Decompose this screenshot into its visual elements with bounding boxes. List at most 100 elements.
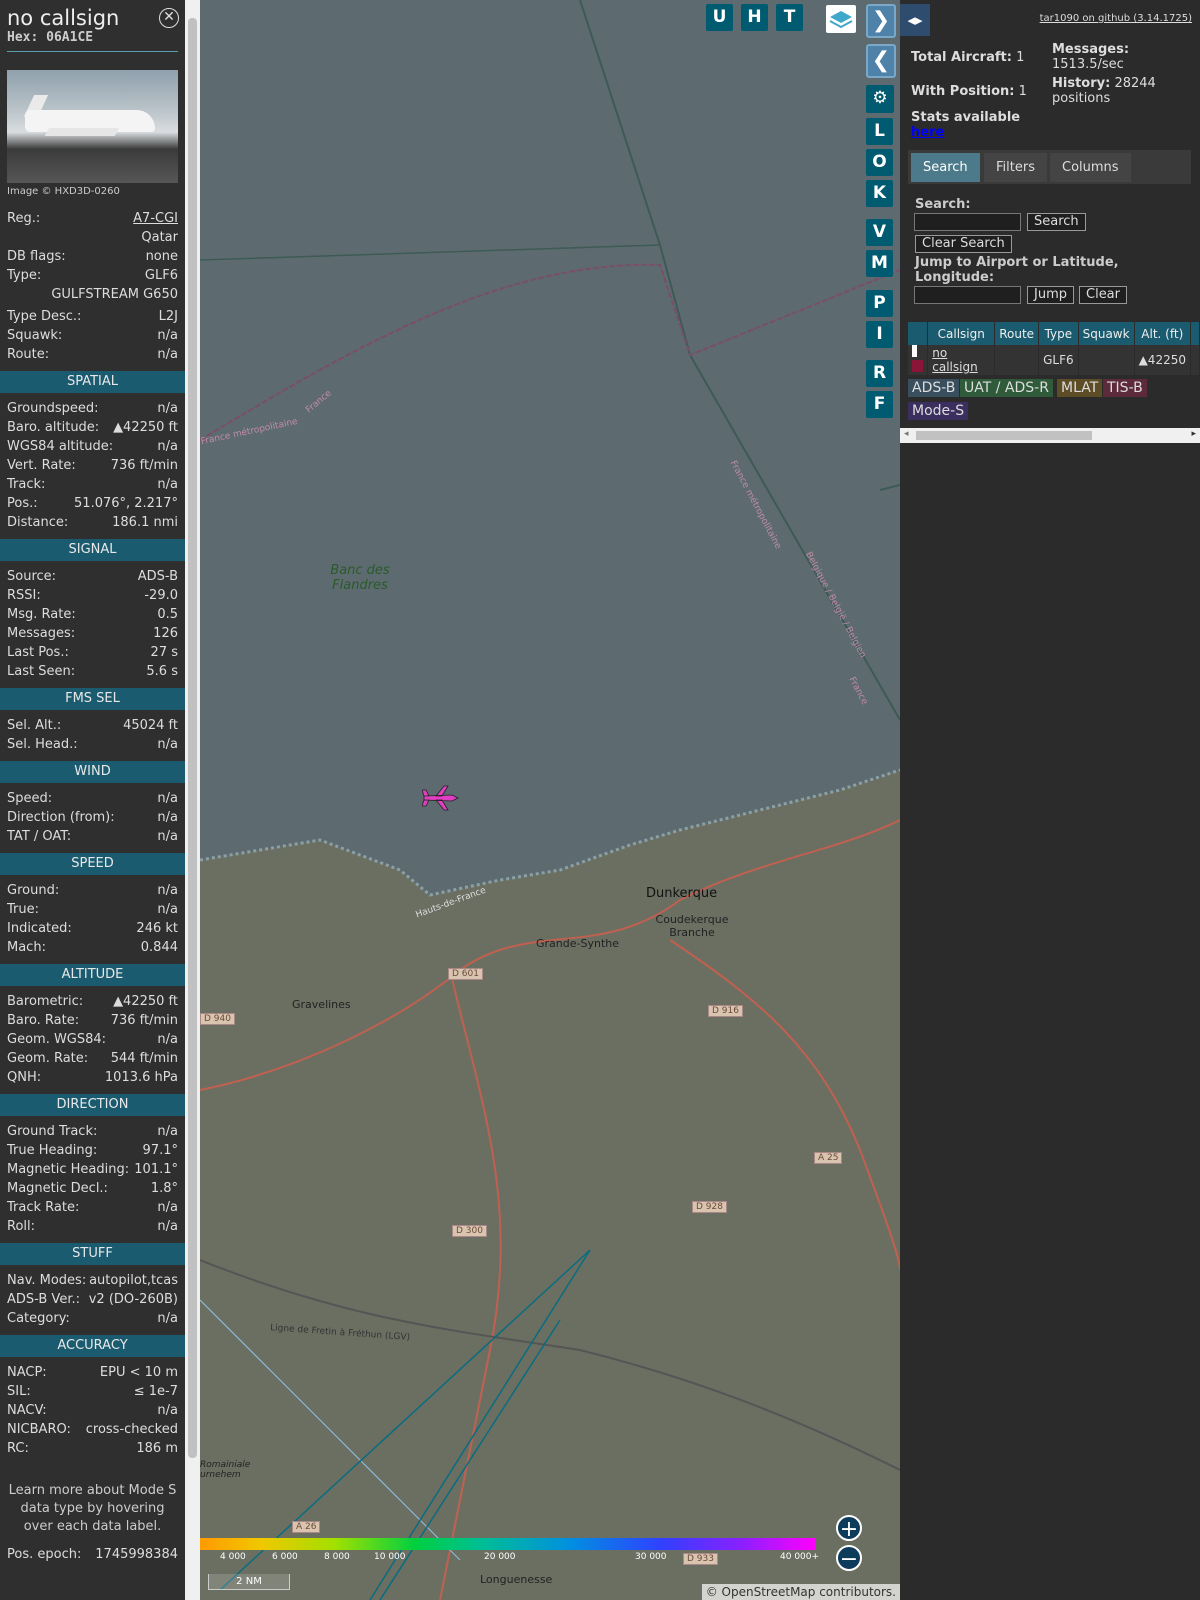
field-label[interactable]: Direction (from): — [7, 808, 115, 827]
column-header[interactable]: Type — [1038, 322, 1079, 345]
field-label[interactable]: NACP: — [7, 1363, 47, 1382]
gear-icon[interactable]: ⚙ — [866, 85, 894, 113]
attribution[interactable]: © OpenStreetMap contributors. — [701, 1584, 900, 1600]
column-header[interactable]: Route — [994, 322, 1040, 345]
field-label[interactable]: Roll: — [7, 1217, 35, 1236]
button-h[interactable]: H — [741, 4, 768, 31]
scroll-right-icon[interactable]: ▸ — [1191, 429, 1196, 439]
field-label[interactable]: Indicated: — [7, 919, 72, 938]
flag-icon — [908, 345, 929, 375]
field-label[interactable]: RSSI: — [7, 586, 41, 605]
button-o[interactable]: O — [866, 149, 893, 176]
table-horizontal-scrollbar[interactable]: ◂ ▸ — [900, 428, 1200, 443]
field-label[interactable]: Source: — [7, 567, 56, 586]
field-label[interactable]: NACV: — [7, 1401, 47, 1420]
callsign-cell[interactable]: no callsign — [927, 345, 996, 375]
field-label[interactable]: Speed: — [7, 789, 52, 808]
button-l[interactable]: L — [866, 118, 893, 145]
button-k[interactable]: K — [866, 180, 893, 207]
search-input[interactable] — [914, 213, 1021, 231]
scrollbar-thumb[interactable] — [188, 18, 197, 1458]
tab-filters[interactable]: Filters — [984, 153, 1047, 182]
field-label[interactable]: Geom. WGS84: — [7, 1030, 106, 1049]
signal-row: Msg. Rate: 0.5 — [0, 605, 185, 624]
tab-columns[interactable]: Columns — [1050, 153, 1131, 182]
field-label[interactable]: TAT / OAT: — [7, 827, 71, 846]
button-f[interactable]: F — [866, 391, 893, 418]
tab-search[interactable]: Search — [911, 153, 980, 182]
button-r[interactable]: R — [866, 360, 893, 387]
field-label[interactable]: Track Rate: — [7, 1198, 79, 1217]
field-label[interactable]: QNH: — [7, 1068, 41, 1087]
field-label[interactable]: Baro. altitude: — [7, 418, 99, 437]
zoom-out-icon[interactable]: − — [836, 1545, 862, 1572]
stats-link[interactable]: here — [911, 125, 944, 140]
jump-button[interactable]: Jump — [1027, 286, 1074, 304]
button-i[interactable]: I — [866, 321, 893, 348]
field-label[interactable]: True Heading: — [7, 1141, 97, 1160]
field-label[interactable]: Last Pos.: — [7, 643, 69, 662]
scroll-left-icon[interactable]: ◂ — [904, 429, 909, 439]
map-view[interactable]: Banc des Flandres Dunkerque Coudekerque … — [200, 0, 900, 1600]
aircraft-info-panel: no callsign Hex: 06A1CE ✕ Image © HXD3D-… — [0, 0, 185, 1600]
field-label[interactable]: Magnetic Decl.: — [7, 1179, 108, 1198]
aircraft-icon[interactable] — [422, 783, 462, 813]
chevron-right-icon[interactable]: ❯ — [866, 4, 896, 38]
info-scrollbar[interactable] — [185, 0, 200, 1600]
field-label[interactable]: Magnetic Heading: — [7, 1160, 129, 1179]
field-label[interactable]: Pos.: — [7, 494, 38, 513]
field-label[interactable]: Messages: — [7, 624, 75, 643]
field-label[interactable]: Geom. Rate: — [7, 1049, 88, 1068]
field-label[interactable]: Distance: — [7, 513, 68, 532]
button-p[interactable]: P — [866, 290, 893, 317]
field-label[interactable]: Track: — [7, 475, 45, 494]
jump-input[interactable] — [914, 286, 1021, 304]
button-v[interactable]: V — [866, 219, 893, 246]
field-label[interactable]: Sel. Head.: — [7, 735, 78, 754]
column-header[interactable]: Alt. (ft) — [1134, 322, 1191, 345]
field-label[interactable]: Msg. Rate: — [7, 605, 76, 624]
field-label[interactable]: Nav. Modes: — [7, 1271, 86, 1290]
field-label[interactable]: ADS-B Ver.: — [7, 1290, 80, 1309]
table-row[interactable]: no callsign GLF6 ▲42250 — [908, 345, 1200, 375]
search-button[interactable]: Search — [1027, 213, 1086, 231]
wind-row: TAT / OAT: n/a — [0, 827, 185, 846]
field-value: n/a — [157, 902, 178, 917]
field-label[interactable]: Groundspeed: — [7, 399, 98, 418]
field-label[interactable]: Ground: — [7, 881, 59, 900]
clear-search-button[interactable]: Clear Search — [915, 235, 1012, 253]
field-value: 1.8° — [150, 1181, 178, 1196]
field-value: -29.0 — [144, 588, 178, 603]
column-header[interactable]: Callsign — [927, 322, 996, 345]
field-label[interactable]: WGS84 altitude: — [7, 437, 113, 456]
chevron-left-icon[interactable]: ❮ — [866, 44, 896, 78]
field-label[interactable]: SIL: — [7, 1382, 31, 1401]
scrollbar-thumb[interactable] — [916, 431, 1092, 440]
field-value: 0.844 — [140, 940, 178, 955]
field-label[interactable]: Sel. Alt.: — [7, 716, 61, 735]
reg-link[interactable]: A7-CGI — [133, 209, 178, 228]
button-t[interactable]: T — [776, 4, 803, 31]
expand-toggle-icon[interactable]: ◂▸ — [900, 4, 930, 36]
github-link[interactable]: tar1090 on github (3.14.1725) — [1040, 13, 1192, 24]
clear-button[interactable]: Clear — [1079, 286, 1127, 304]
button-u[interactable]: U — [706, 4, 733, 31]
field-label[interactable]: NICBARO: — [7, 1420, 71, 1439]
field-label[interactable]: Category: — [7, 1309, 70, 1328]
field-label[interactable]: Vert. Rate: — [7, 456, 76, 475]
zoom-in-icon[interactable]: + — [836, 1515, 862, 1542]
aircraft-photo[interactable] — [7, 70, 178, 183]
field-label[interactable]: RC: — [7, 1439, 29, 1458]
layers-button[interactable] — [826, 5, 856, 33]
field-label[interactable]: True: — [7, 900, 39, 919]
spatial-row: Groundspeed: n/a — [0, 399, 185, 418]
field-label[interactable]: Barometric: — [7, 992, 83, 1011]
field-label[interactable]: Mach: — [7, 938, 46, 957]
field-label[interactable]: Ground Track: — [7, 1122, 97, 1141]
column-header-overflow — [1190, 322, 1200, 345]
close-icon[interactable]: ✕ — [159, 8, 179, 28]
field-label[interactable]: Last Seen: — [7, 662, 75, 681]
button-m[interactable]: M — [866, 250, 893, 277]
field-label[interactable]: Baro. Rate: — [7, 1011, 79, 1030]
column-header[interactable]: Squawk — [1078, 322, 1135, 345]
